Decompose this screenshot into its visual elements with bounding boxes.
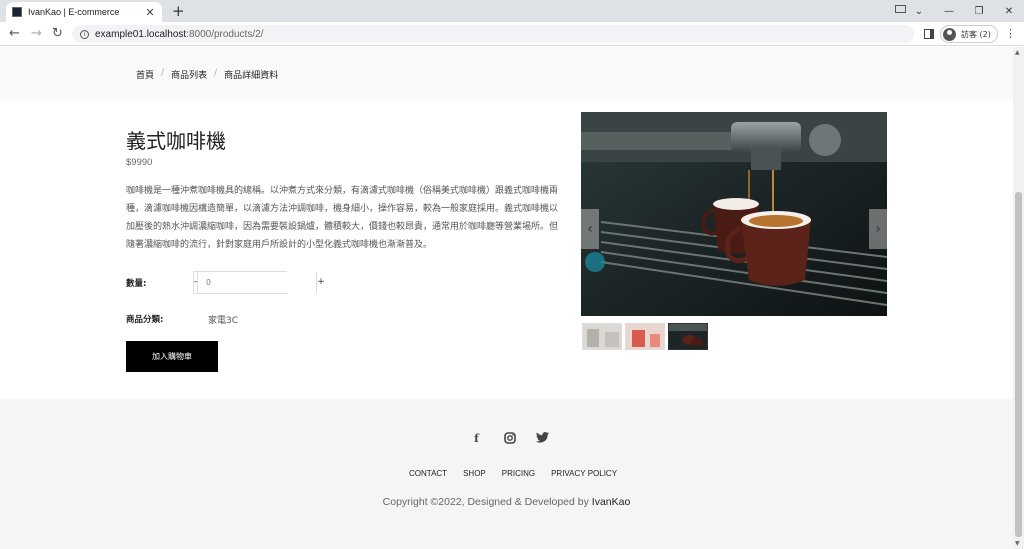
breadcrumb-products[interactable]: 商品列表	[171, 68, 207, 81]
copyright-author-link[interactable]: IvanKao	[592, 496, 631, 508]
site-favicon-icon	[12, 7, 22, 17]
twitter-icon[interactable]	[536, 432, 549, 445]
category-value: 家電3C	[208, 316, 239, 326]
footer-link-pricing[interactable]: PRICING	[502, 469, 535, 478]
product-description: 咖啡機是一種沖煮咖啡機具的總稱。以沖煮方式來分類，有滴濾式咖啡機（俗稱美式咖啡機…	[126, 186, 559, 250]
minimize-icon[interactable]: —	[934, 6, 964, 17]
address-bar[interactable]: i example01.localhost:8000/products/2/	[72, 25, 914, 43]
quantity-stepper: - +	[193, 271, 325, 294]
tab-search-chevron-icon[interactable]: ⌄	[904, 6, 934, 17]
site-info-icon[interactable]: i	[80, 29, 89, 39]
breadcrumb-detail: 商品詳細資料	[224, 71, 279, 81]
url-path: :8000/products/2/	[186, 28, 264, 40]
browser-toolbar: ← → ↻ i example01.localhost:8000/product…	[0, 22, 1024, 46]
product-price: $9990	[126, 157, 153, 168]
breadcrumb-bar: 首頁 / 商品列表 / 商品詳細資料	[0, 47, 1013, 99]
footer-nav: CONTACT SHOP PRICING PRIVACY POLICY	[409, 469, 617, 478]
thumbnail-image	[669, 324, 707, 349]
page-scrollbar[interactable]: ▲ ▼	[1013, 47, 1024, 549]
restore-icon[interactable]: ❐	[964, 6, 994, 17]
thumbnail-image	[626, 324, 664, 349]
quantity-increase-button[interactable]: +	[317, 272, 325, 293]
side-panel-icon[interactable]	[924, 29, 934, 39]
category-label: 商品分類:	[126, 315, 164, 325]
page-content: 首頁 / 商品列表 / 商品詳細資料 義式咖啡機 $9990 咖啡機是一種沖煮咖…	[0, 47, 1013, 549]
copyright-text: Copyright ©2022, Designed & Developed by…	[0, 496, 1013, 508]
breadcrumb-separator: /	[161, 68, 165, 78]
reload-icon[interactable]: ↻	[52, 26, 63, 41]
url-text: example01.localhost:8000/products/2/	[95, 29, 263, 40]
product-image-carousel: ‹ ›	[581, 112, 887, 316]
close-tab-icon[interactable]: ✕	[144, 6, 156, 19]
facebook-icon[interactable]: f	[470, 432, 483, 445]
profile-button[interactable]: 訪客 (2)	[940, 25, 998, 43]
footer-link-privacy-policy[interactable]: PRIVACY POLICY	[551, 469, 617, 478]
breadcrumb: 首頁 / 商品列表 / 商品詳細資料	[136, 68, 278, 81]
product-main-image	[581, 112, 887, 316]
thumbnail-3[interactable]	[668, 323, 708, 350]
scroll-down-icon[interactable]: ▼	[1015, 540, 1020, 547]
instagram-icon[interactable]	[503, 432, 516, 445]
quantity-input[interactable]	[197, 272, 318, 293]
url-host: example01.localhost	[95, 28, 187, 40]
product-title: 義式咖啡機	[126, 129, 226, 153]
browser-tab-bar: IvanKao | E-commerce ✕ + ⌄ — ❐ ✕	[0, 0, 1024, 22]
site-footer: f CONTACT SHOP PRICING PRIVACY POLICY Co…	[0, 399, 1013, 549]
new-tab-icon[interactable]: +	[172, 2, 185, 20]
breadcrumb-home[interactable]: 首頁	[136, 68, 154, 81]
tab-title: IvanKao | E-commerce	[28, 7, 120, 17]
add-to-cart-button[interactable]: 加入購物車	[126, 341, 218, 372]
copyright-prefix: Copyright ©2022, Designed & Developed by	[382, 496, 592, 508]
thumbnail-strip	[582, 323, 708, 350]
social-links: f	[470, 432, 549, 445]
breadcrumb-separator: /	[214, 68, 218, 78]
thumbnail-image	[583, 324, 621, 349]
forward-arrow-icon[interactable]: →	[31, 26, 42, 41]
scroll-up-icon[interactable]: ▲	[1015, 49, 1020, 56]
window-controls: ⌄ — ❐ ✕	[904, 0, 1024, 22]
quantity-label: 數量:	[126, 279, 147, 289]
footer-link-contact[interactable]: CONTACT	[409, 469, 447, 478]
footer-link-shop[interactable]: SHOP	[463, 469, 486, 478]
thumbnail-2[interactable]	[625, 323, 665, 350]
profile-label: 訪客 (2)	[961, 29, 991, 39]
browser-tab[interactable]: IvanKao | E-commerce ✕	[6, 2, 162, 22]
browser-menu-icon[interactable]: ⋮	[1005, 27, 1016, 40]
thumbnail-1[interactable]	[582, 323, 622, 350]
carousel-next-button[interactable]: ›	[869, 209, 887, 249]
back-arrow-icon[interactable]: ←	[9, 26, 20, 41]
carousel-prev-button[interactable]: ‹	[581, 209, 599, 249]
avatar-icon	[943, 27, 956, 41]
close-window-icon[interactable]: ✕	[994, 6, 1024, 17]
scrollbar-thumb[interactable]	[1015, 192, 1022, 537]
